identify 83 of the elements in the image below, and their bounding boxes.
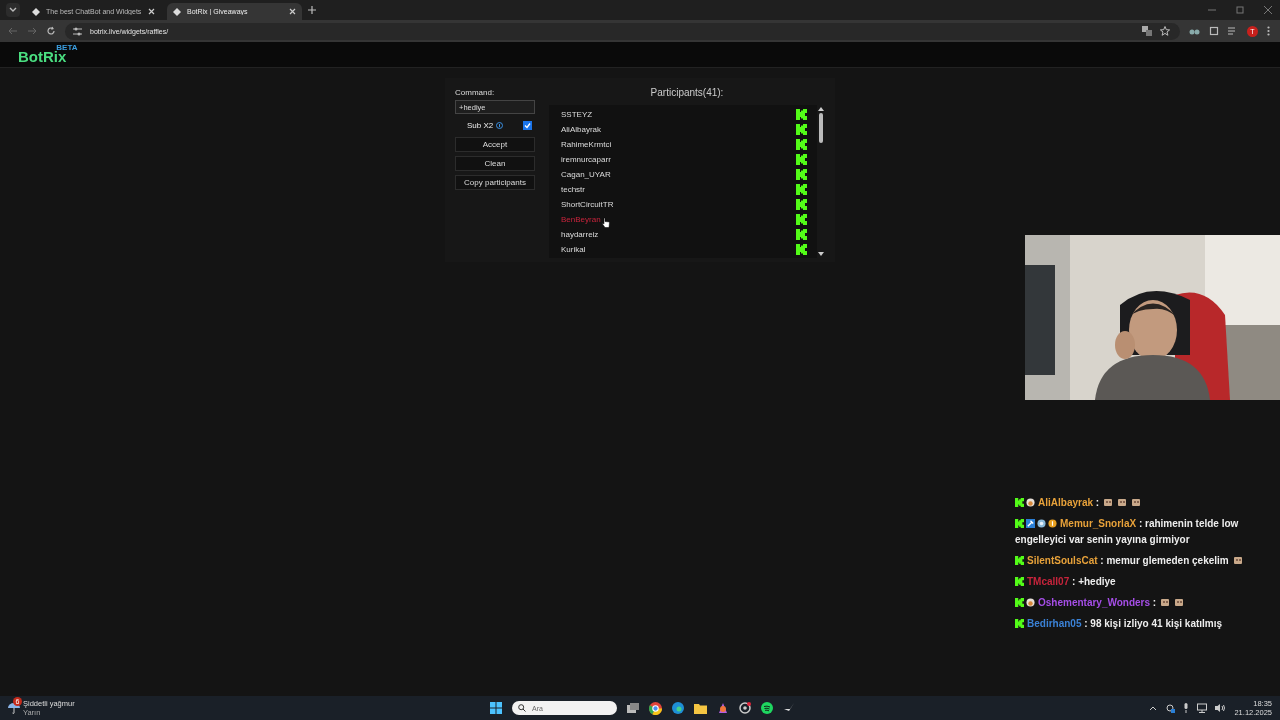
scroll-down-icon[interactable] <box>818 252 824 256</box>
k-badge-icon <box>1015 519 1024 528</box>
k-logo-icon <box>796 169 807 180</box>
diamond-icon <box>173 7 181 16</box>
k-logo-icon <box>796 244 807 255</box>
k-logo-icon <box>796 184 807 195</box>
k-badge-icon <box>1015 498 1024 507</box>
action-button[interactable]: Accept <box>455 137 535 152</box>
hand-cursor-icon <box>601 217 610 228</box>
folder-icon[interactable] <box>694 702 707 714</box>
search-icon <box>518 704 526 712</box>
speaker-icon[interactable] <box>1215 703 1227 713</box>
participant-name[interactable]: AliAlbayrak <box>561 125 601 134</box>
site-settings-icon[interactable] <box>73 26 82 36</box>
extensions-icon[interactable] <box>1209 26 1219 36</box>
participant-name[interactable]: Cagan_UYAR <box>561 170 611 179</box>
participant-name[interactable]: haydarreiz <box>561 230 599 239</box>
k-badge-icon <box>1015 619 1024 628</box>
participant-name[interactable]: SSTEYZ <box>561 110 593 119</box>
k-logo-icon <box>796 199 807 210</box>
chat-message: Bedirhan05 : 98 kişi izliyo 41 kişi katılmış <box>1026 618 1223 629</box>
reload-icon[interactable] <box>46 26 56 36</box>
emote-icon <box>1131 497 1142 507</box>
k-badge-icon <box>1015 556 1024 565</box>
emote-icon <box>1103 497 1114 507</box>
diamond-icon <box>32 7 40 16</box>
hammer-badge-icon <box>1026 519 1035 528</box>
chat-message: AliAlbayrak : <box>1037 497 1100 508</box>
k-logo-icon <box>796 229 807 240</box>
k-badge-icon <box>1015 577 1024 586</box>
chat-message: TMcall07 : +hediye <box>1026 576 1116 587</box>
k-logo-icon <box>796 109 807 120</box>
command-label: Command: <box>455 88 496 97</box>
emote-icon <box>1232 555 1243 565</box>
k-badge-icon <box>1015 598 1024 607</box>
chevron-down-icon[interactable] <box>9 7 17 13</box>
close-icon[interactable] <box>148 8 155 15</box>
emote-icon <box>1174 597 1185 607</box>
chat-message: Oshementary_Wonders : <box>1037 597 1157 608</box>
media-icon[interactable] <box>1228 26 1238 36</box>
microphone-icon[interactable] <box>1183 703 1190 713</box>
action-button[interactable]: Clean <box>455 156 535 171</box>
spotify-icon[interactable] <box>761 702 773 714</box>
star-icon[interactable] <box>1160 26 1170 36</box>
k-logo-icon <box>796 124 807 135</box>
close-icon[interactable] <box>289 8 296 15</box>
windows-start-icon[interactable] <box>490 702 502 714</box>
action-button[interactable]: Copy participants <box>455 175 535 190</box>
sub-x2-label: Sub X2 <box>467 121 494 130</box>
chat-message-continuation: engelleyici var senin yayına girmiyor <box>1015 533 1190 547</box>
k-logo-icon <box>796 214 807 225</box>
emote-icon <box>1160 597 1171 607</box>
globe-badge-icon <box>1037 519 1046 528</box>
chevron-up-icon[interactable] <box>1149 705 1158 711</box>
beta-label: BETA <box>56 43 78 52</box>
checkbox[interactable] <box>523 121 533 130</box>
participant-name[interactable]: BenBeyran <box>561 215 601 224</box>
face-badge-icon <box>1026 598 1035 607</box>
k-logo-icon <box>796 154 807 165</box>
restore-icon[interactable] <box>1236 6 1244 14</box>
aperture-icon[interactable] <box>739 702 751 714</box>
coin-badge-icon <box>1048 519 1057 528</box>
participant-name[interactable]: Kurikal <box>561 245 586 254</box>
emote-icon <box>1117 497 1128 507</box>
participant-name[interactable]: RahimeKrmtci <box>561 140 612 149</box>
chat-message: Memur_SnorlaX : rahimenin telde low <box>1059 518 1239 529</box>
new-tab-icon[interactable] <box>308 6 316 14</box>
participant-name[interactable]: iremnurcaparr <box>561 155 611 164</box>
face-badge-icon <box>1026 498 1035 507</box>
task-view-icon[interactable] <box>627 703 639 713</box>
scroll-up-icon[interactable] <box>818 107 824 111</box>
chrome-icon[interactable] <box>649 701 662 715</box>
glasses-icon[interactable] <box>1189 27 1200 35</box>
participants-title: Participants(41): <box>650 86 724 98</box>
info-icon[interactable] <box>496 122 504 129</box>
translate-icon[interactable] <box>1142 26 1152 36</box>
participant-name[interactable]: techstr <box>561 185 585 194</box>
more-icon[interactable] <box>1267 26 1270 36</box>
sync-icon[interactable] <box>1165 703 1176 713</box>
chat-message: SilentSoulsCat : memur glemeden çekelim <box>1026 555 1229 566</box>
scrollbar[interactable] <box>817 105 825 258</box>
k-logo-icon <box>796 139 807 150</box>
participant-name[interactable]: ShortCircuitTR <box>561 200 614 209</box>
